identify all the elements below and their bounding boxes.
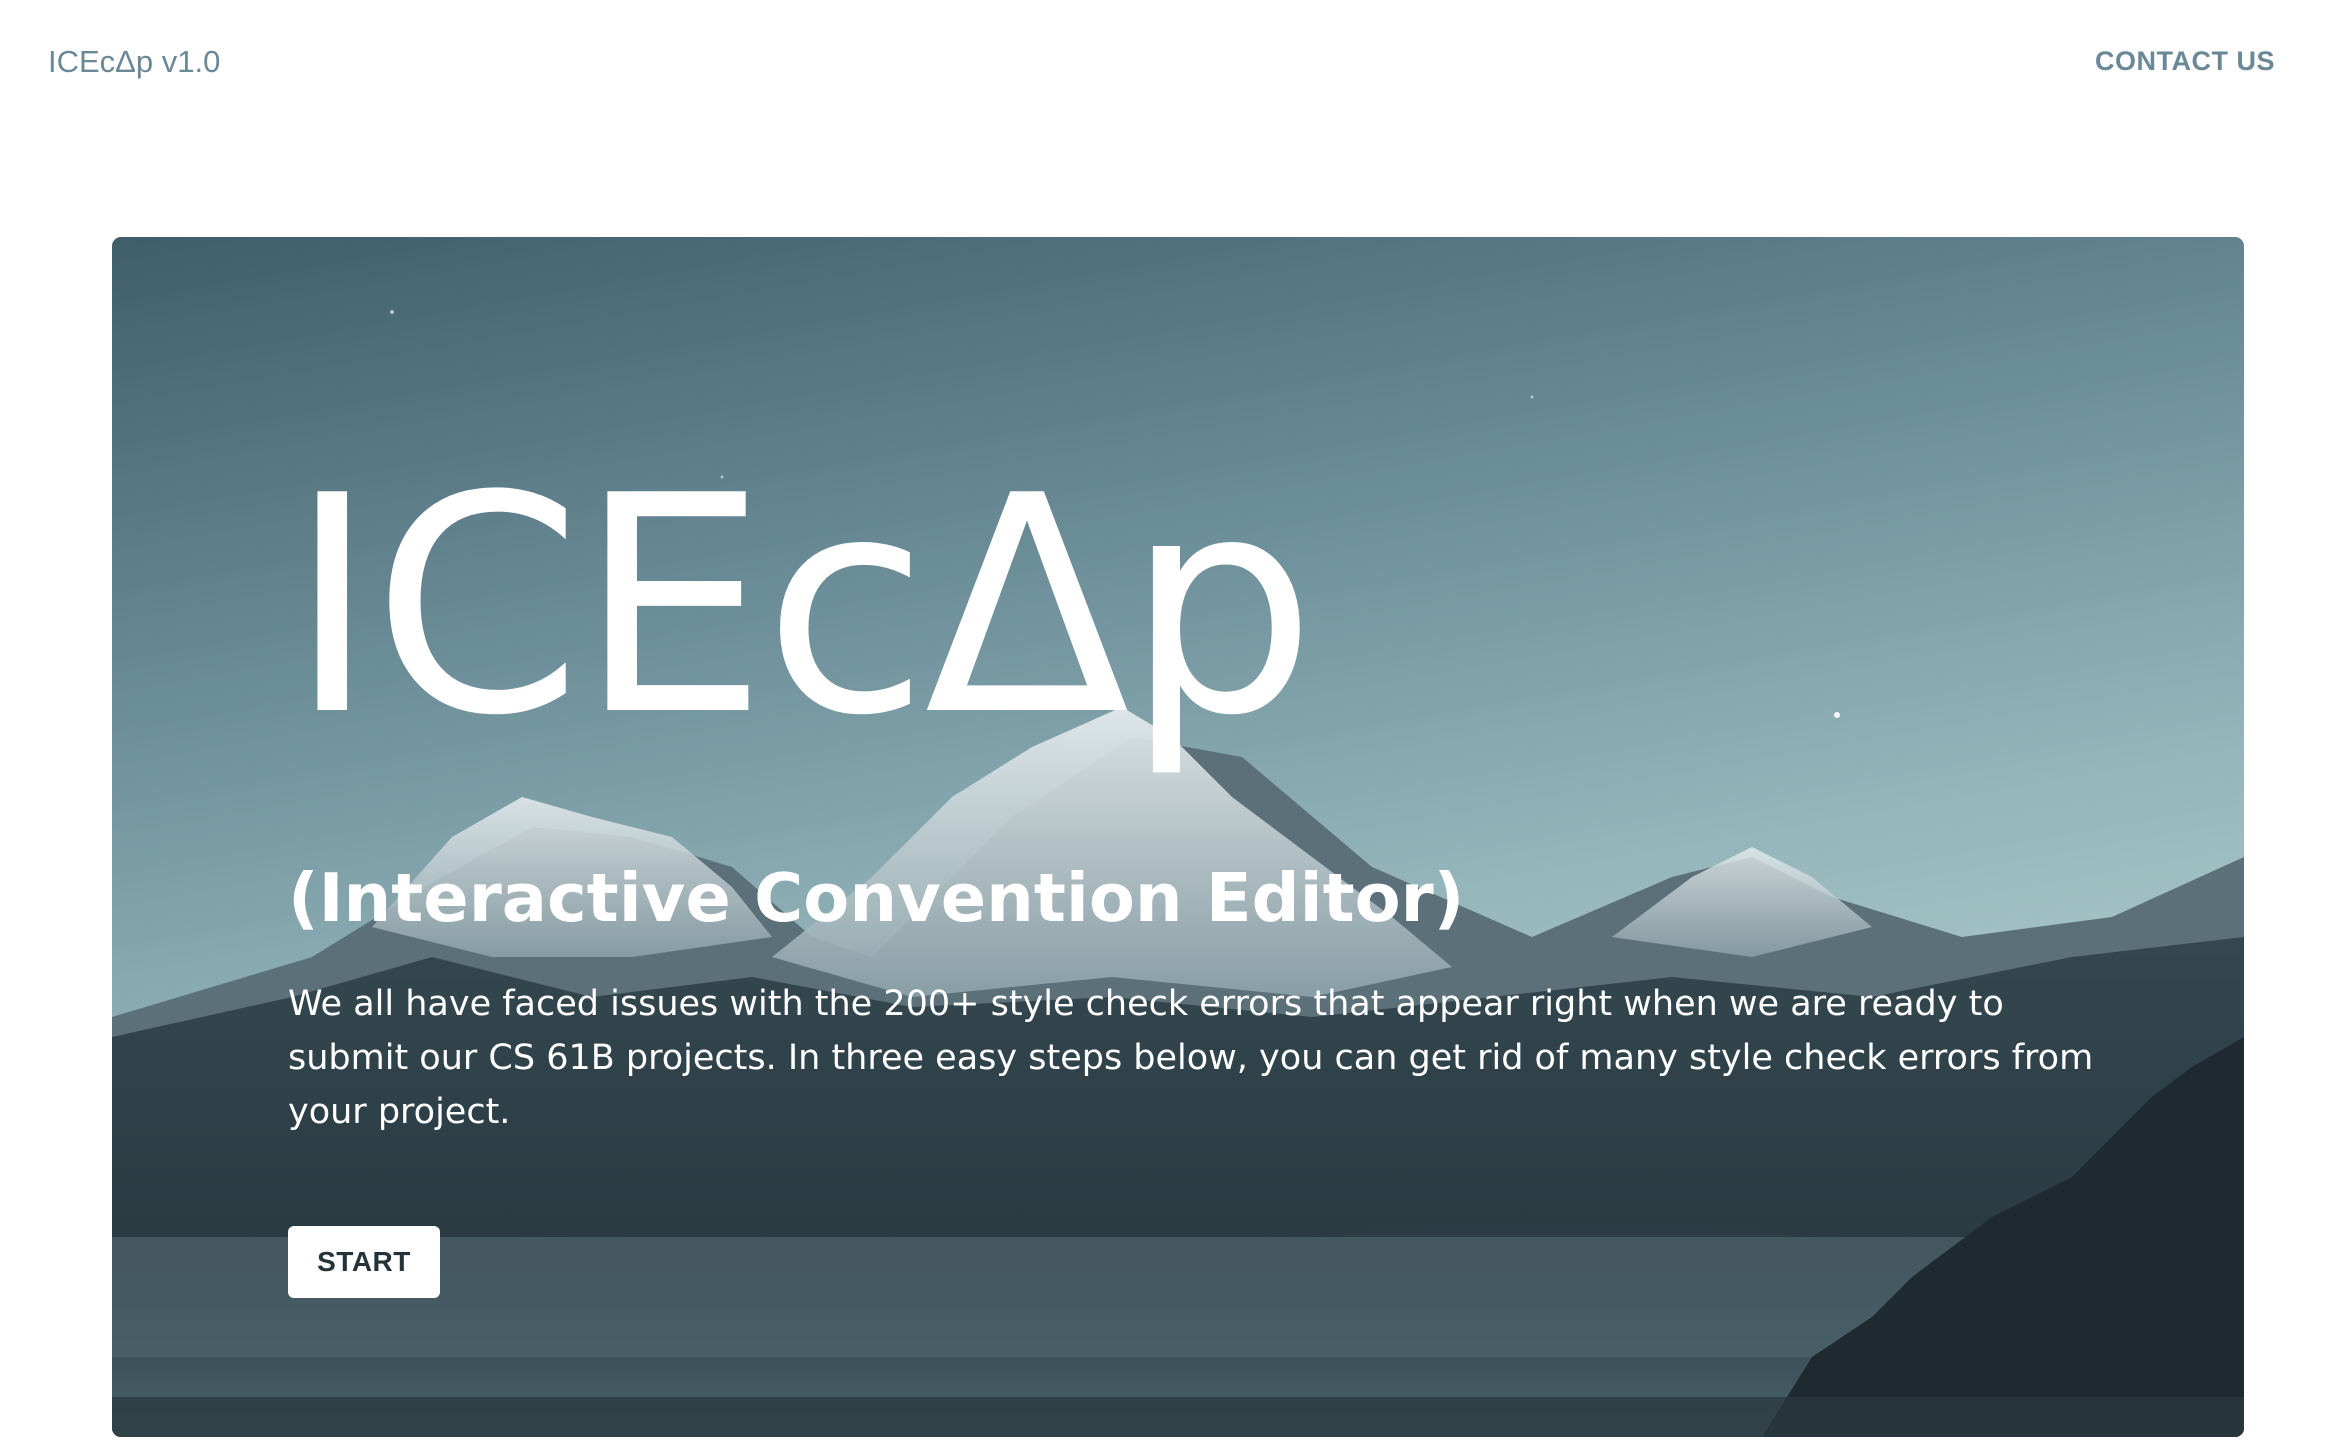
hero-title: ICEcΔp xyxy=(288,432,1316,781)
contact-us-link[interactable]: CONTACT US xyxy=(2095,46,2275,77)
start-button[interactable]: START xyxy=(288,1226,440,1298)
hero-banner: ICEcΔp (Interactive Convention Editor) W… xyxy=(112,237,2244,1437)
hero-content: ICEcΔp (Interactive Convention Editor) W… xyxy=(288,237,2188,1437)
brand-link[interactable]: ICEcΔp v1.0 xyxy=(48,44,220,80)
top-navbar: ICEcΔp v1.0 CONTACT US xyxy=(0,0,2352,126)
hero-description: We all have faced issues with the 200+ s… xyxy=(288,984,2094,1132)
hero-subtitle: (Interactive Convention Editor) xyxy=(288,859,1465,937)
